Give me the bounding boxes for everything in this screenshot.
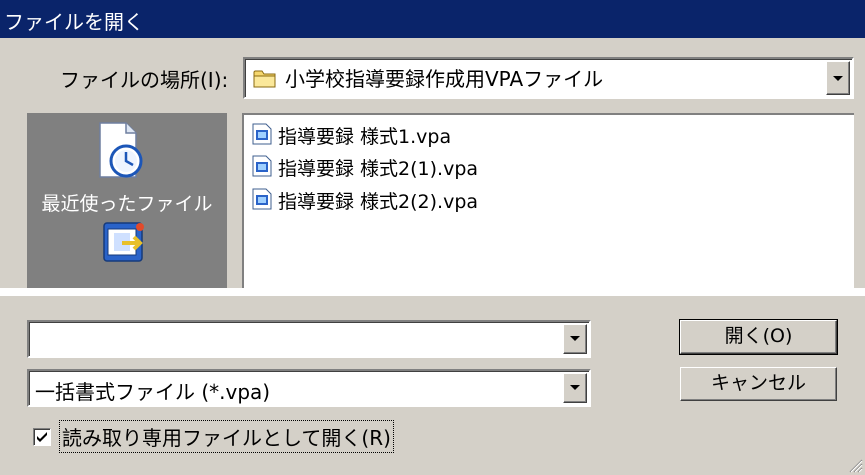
checkmark-icon <box>37 432 47 442</box>
file-type-select[interactable]: 一括書式ファイル (*.vpa) <box>27 369 591 407</box>
desktop-icon <box>103 222 144 262</box>
resize-grip-icon[interactable] <box>849 459 863 473</box>
cancel-button[interactable]: キャンセル <box>680 367 837 401</box>
vpa-file-icon <box>252 188 272 210</box>
vpa-file-icon <box>252 155 272 177</box>
dialog-title: ファイルを開く <box>4 10 144 34</box>
places-item-desktop[interactable] <box>27 217 227 288</box>
file-list[interactable]: 指導要録 様式1.vpa 指導要録 様式2(1).vpa 指導要録 様式2(2)… <box>242 113 854 288</box>
places-item-recent[interactable]: 最近使ったファイル <box>27 113 227 217</box>
look-in-value: 小学校指導要録作成用VPAファイル <box>285 67 604 91</box>
open-file-dialog: ファイルを開く ファイルの場所(I): 小学校指導要録作成用VPAファイル 最近… <box>0 0 865 475</box>
look-in-combobox[interactable]: 小学校指導要録作成用VPAファイル <box>243 57 854 99</box>
read-only-checkbox[interactable] <box>33 428 51 446</box>
look-in-label: ファイルの場所(I): <box>60 68 229 92</box>
chevron-down-icon <box>570 336 580 341</box>
file-type-value: 一括書式ファイル (*.vpa) <box>35 380 271 404</box>
open-button[interactable]: 開く(O) <box>679 319 838 355</box>
folder-icon <box>253 70 276 88</box>
chevron-down-icon <box>833 76 843 81</box>
file-name-input[interactable] <box>27 320 591 358</box>
cancel-button-label: キャンセル <box>710 372 806 394</box>
file-name: 指導要録 様式1.vpa <box>278 126 452 148</box>
file-name-dropdown-button[interactable] <box>563 324 587 354</box>
places-bar: 最近使ったファイル <box>27 113 227 288</box>
vpa-file-icon <box>252 123 272 145</box>
look-in-dropdown-button[interactable] <box>826 61 850 95</box>
open-button-label: 開く(O) <box>724 325 793 347</box>
file-name: 指導要録 様式2(2).vpa <box>278 191 479 213</box>
file-type-dropdown-button[interactable] <box>563 373 587 403</box>
places-label-recent: 最近使ったファイル <box>41 193 213 215</box>
title-bar[interactable]: ファイルを開く <box>0 0 865 38</box>
recent-files-icon <box>99 122 143 178</box>
file-name: 指導要録 様式2(1).vpa <box>278 158 479 180</box>
separator <box>0 288 865 296</box>
chevron-down-icon <box>570 385 580 390</box>
read-only-label[interactable]: 読み取り専用ファイルとして開く(R) <box>59 420 394 453</box>
